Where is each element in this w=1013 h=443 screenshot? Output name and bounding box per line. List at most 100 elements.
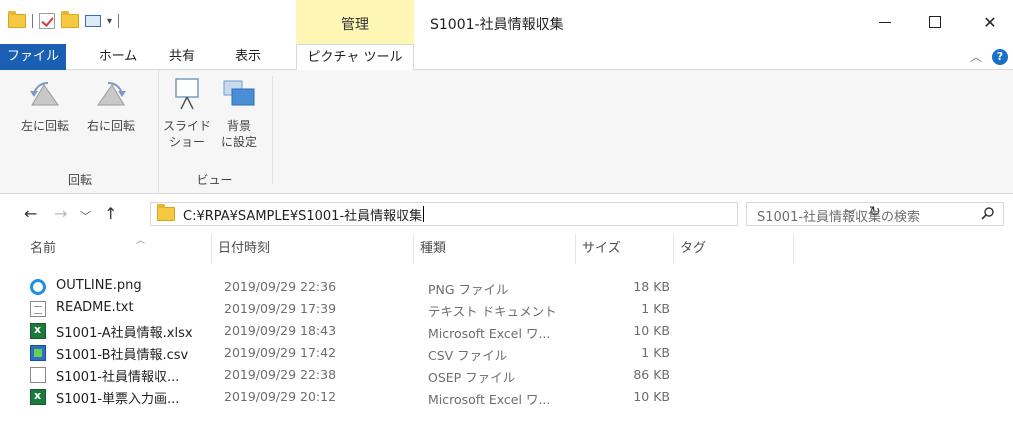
set-background-label-line2: に設定 (220, 135, 257, 149)
file-name: README.txt (56, 300, 134, 315)
window-title: S1001-社員情報収集 (430, 17, 564, 33)
rotate-right-button[interactable]: 右に回転 (80, 76, 142, 134)
slideshow-icon (169, 76, 205, 112)
quick-access-toolbar: ▾ (8, 8, 120, 34)
new-folder-icon[interactable] (61, 11, 79, 28)
folder-icon (157, 204, 175, 221)
excel-icon (30, 389, 46, 405)
file-size: 18 KB (633, 279, 670, 294)
file-date: 2019/09/29 22:36 (224, 279, 337, 294)
rotate-left-button[interactable]: 左に回転 (14, 76, 76, 134)
minimize-icon (879, 21, 891, 23)
sort-ascending-icon: ︿ (136, 236, 146, 246)
search-input[interactable]: S1001-社員情報収集の検索 (746, 202, 1004, 226)
maximize-icon (929, 16, 941, 28)
file-type: テキスト ドキュメント (428, 304, 557, 319)
context-tab-header-label: 管理 (341, 17, 369, 33)
column-header-name-label: 名前 (30, 241, 57, 256)
rotate-left-icon (27, 76, 63, 112)
recent-locations-chevron-icon[interactable]: ﹀ (80, 208, 91, 224)
file-date: 2019/09/29 17:39 (224, 301, 337, 316)
file-size: 1 KB (641, 301, 670, 316)
file-size: 86 KB (633, 367, 670, 382)
help-icon[interactable]: ? (992, 49, 1008, 65)
ribbon-collapse-icon[interactable]: ︿ (970, 48, 982, 65)
search-icon[interactable] (981, 206, 995, 220)
slideshow-button[interactable]: スライド ショー (163, 76, 211, 150)
rotate-group-label: 回転 (67, 173, 92, 187)
up-arrow-icon[interactable]: ↑ (104, 204, 117, 223)
address-path[interactable]: C:¥RPA¥SAMPLE¥S1001-社員情報収集 (183, 205, 422, 224)
file-list: OUTLINE.png 2019/09/29 22:36 PNG ファイル 18… (0, 276, 1013, 408)
file-row[interactable]: S1001-A社員情報.xlsx 2019/09/29 18:43 Micros… (0, 320, 1013, 342)
blank-file-icon (30, 367, 46, 383)
file-size: 10 KB (633, 389, 670, 404)
file-date: 2019/09/29 20:12 (224, 389, 337, 404)
qat-separator (32, 14, 33, 28)
title-bar: ▾ 管理 S1001-社員情報収集 ✕ (0, 0, 1013, 44)
ribbon-panel: 左に回転 右に回転 回転 スライド ショー 背景 に設定 ビュー (0, 70, 1013, 194)
file-name: OUTLINE.png (56, 278, 142, 293)
file-type: OSEP ファイル (428, 370, 516, 385)
file-row[interactable]: S1001-単票入力画... 2019/09/29 20:12 Microsof… (0, 386, 1013, 408)
maximize-button[interactable] (912, 0, 958, 44)
column-header-size[interactable]: サイズ (576, 234, 674, 264)
tab-home[interactable]: ホーム (92, 44, 144, 70)
rotate-left-label: 左に回転 (20, 119, 69, 133)
qat-separator (118, 14, 120, 28)
desktop-background-icon (221, 76, 257, 112)
file-size: 1 KB (641, 345, 670, 360)
view-pane-icon[interactable] (85, 15, 101, 27)
text-caret (423, 206, 425, 222)
address-bar[interactable]: C:¥RPA¥SAMPLE¥S1001-社員情報収集 ﹀ ↻ (150, 202, 881, 226)
tab-file[interactable]: ファイル (0, 44, 66, 70)
column-headers: ︿ 名前 日付時刻 種類 サイズ タグ (0, 234, 1013, 264)
file-size: 10 KB (633, 323, 670, 338)
context-tab-header: 管理 (296, 0, 414, 44)
rotate-right-label: 右に回転 (86, 119, 135, 133)
set-background-label-line1: 背景 (226, 119, 251, 133)
rotate-group: 左に回転 右に回転 回転 (10, 70, 150, 194)
column-header-type[interactable]: 種類 (414, 234, 576, 264)
properties-icon[interactable] (39, 13, 55, 29)
close-icon: ✕ (983, 12, 997, 32)
ribbon-tabs: ファイル ホーム 共有 表示 ピクチャ ツール ︿ ? (0, 44, 1013, 71)
file-name: S1001-単票入力画... (56, 392, 180, 407)
file-row[interactable]: README.txt 2019/09/29 17:39 テキスト ドキュメント … (0, 298, 1013, 320)
csv-icon (30, 345, 46, 361)
file-type: Microsoft Excel ワ... (428, 392, 551, 407)
file-row[interactable]: S1001-B社員情報.csv 2019/09/29 17:42 CSV ファイ… (0, 342, 1013, 364)
file-type: PNG ファイル (428, 282, 509, 297)
ie-icon (30, 279, 46, 295)
column-header-date[interactable]: 日付時刻 (212, 234, 414, 264)
tab-share[interactable]: 共有 (160, 44, 204, 70)
file-row[interactable]: S1001-社員情報収... 2019/09/29 22:38 OSEP ファイ… (0, 364, 1013, 386)
file-row[interactable]: OUTLINE.png 2019/09/29 22:36 PNG ファイル 18… (0, 276, 1013, 298)
file-date: 2019/09/29 22:38 (224, 367, 337, 382)
file-type: Microsoft Excel ワ... (428, 326, 551, 341)
tab-view[interactable]: 表示 (222, 44, 274, 70)
view-group-label: ビュー (196, 173, 233, 187)
file-name: S1001-社員情報収... (56, 370, 180, 385)
forward-arrow-icon[interactable]: → (54, 204, 67, 223)
close-button[interactable]: ✕ (967, 0, 1013, 44)
file-type: CSV ファイル (428, 348, 508, 363)
text-document-icon (30, 301, 46, 317)
minimize-button[interactable] (862, 0, 908, 44)
slideshow-label-line2: ショー (168, 135, 205, 149)
file-name: S1001-A社員情報.xlsx (56, 326, 193, 341)
view-group: スライド ショー 背景 に設定 ビュー (158, 70, 270, 194)
file-name: S1001-B社員情報.csv (56, 348, 189, 363)
navigation-bar: ← → ﹀ ↑ C:¥RPA¥SAMPLE¥S1001-社員情報収集 ﹀ ↻ S… (0, 194, 1013, 234)
column-header-name[interactable]: ︿ 名前 (24, 234, 212, 264)
back-arrow-icon[interactable]: ← (24, 204, 37, 223)
slideshow-label-line1: スライド (163, 119, 212, 133)
rotate-right-icon (93, 76, 129, 112)
file-date: 2019/09/29 17:42 (224, 345, 337, 360)
tab-picture-tools[interactable]: ピクチャ ツール (296, 44, 414, 71)
customize-qat-dropdown-icon[interactable]: ▾ (107, 16, 112, 27)
column-header-tag[interactable]: タグ (674, 234, 794, 264)
set-background-button[interactable]: 背景 に設定 (215, 76, 263, 150)
folder-icon (8, 11, 26, 28)
search-placeholder: S1001-社員情報収集の検索 (757, 210, 921, 225)
